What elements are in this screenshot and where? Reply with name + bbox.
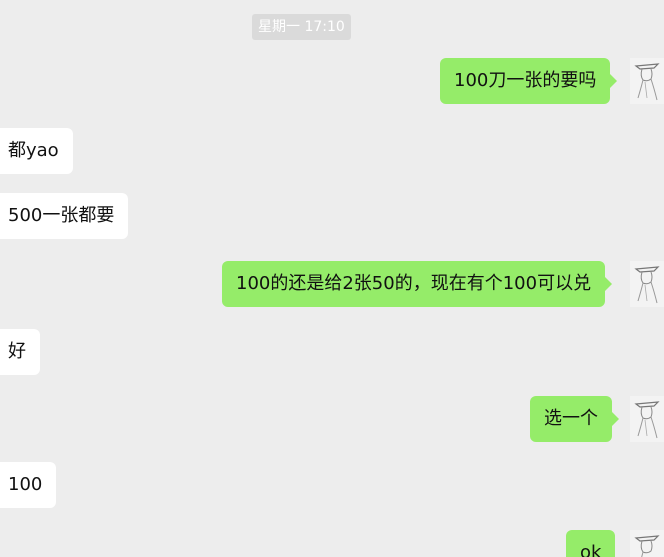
outgoing-message-bubble[interactable]: 100刀一张的要吗	[440, 58, 618, 104]
chat-window: 星期一 17:10 100刀一张的要吗 都yao 500一张都要 100的还是给…	[0, 0, 664, 557]
outgoing-message-bubble[interactable]: ok	[566, 530, 616, 557]
user-avatar[interactable]	[630, 396, 664, 442]
sketch-portrait-avatar-icon	[630, 261, 664, 307]
user-avatar[interactable]	[630, 530, 664, 557]
incoming-message-bubble[interactable]: 100	[0, 462, 57, 508]
incoming-message-bubble[interactable]: 好	[0, 329, 40, 375]
outgoing-message-bubble[interactable]: 100的还是给2张50的，现在有个100可以兑	[222, 261, 613, 307]
incoming-message-bubble[interactable]: 500一张都要	[0, 193, 129, 239]
message-timestamp: 星期一 17:10	[252, 14, 351, 40]
user-avatar[interactable]	[630, 58, 664, 104]
user-avatar[interactable]	[630, 261, 664, 307]
incoming-message-bubble[interactable]: 都yao	[0, 128, 73, 174]
sketch-portrait-avatar-icon	[630, 58, 664, 104]
sketch-portrait-avatar-icon	[630, 396, 664, 442]
outgoing-message-bubble[interactable]: 选一个	[530, 396, 619, 442]
sketch-portrait-avatar-icon	[630, 530, 664, 557]
